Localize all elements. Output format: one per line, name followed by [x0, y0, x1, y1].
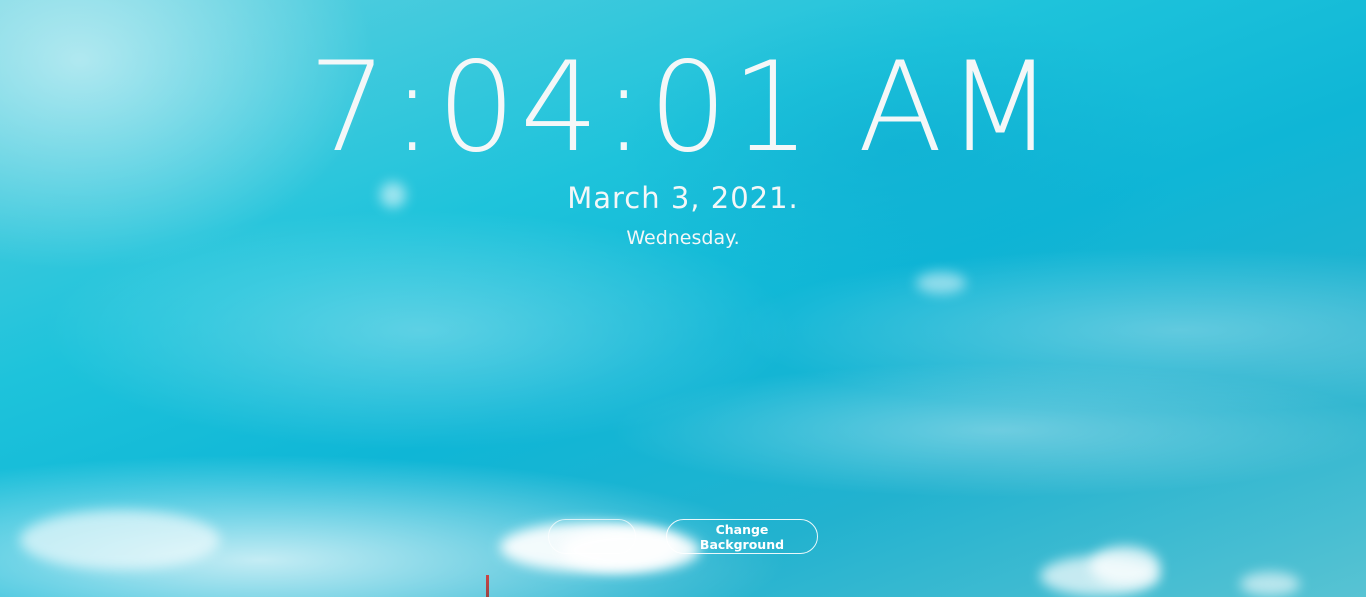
clock-weekday: Wednesday. — [626, 227, 740, 249]
cloud — [1090, 546, 1160, 586]
change-background-button[interactable]: Change Background — [666, 519, 818, 554]
cloud — [1240, 572, 1300, 596]
clock-time: 7:04:01 AM — [308, 36, 1058, 180]
cloud — [20, 510, 220, 570]
antenna-tower — [486, 575, 489, 597]
secondary-button[interactable] — [548, 519, 636, 554]
cloud — [916, 272, 966, 294]
clock-date: March 3, 2021. — [567, 181, 799, 215]
